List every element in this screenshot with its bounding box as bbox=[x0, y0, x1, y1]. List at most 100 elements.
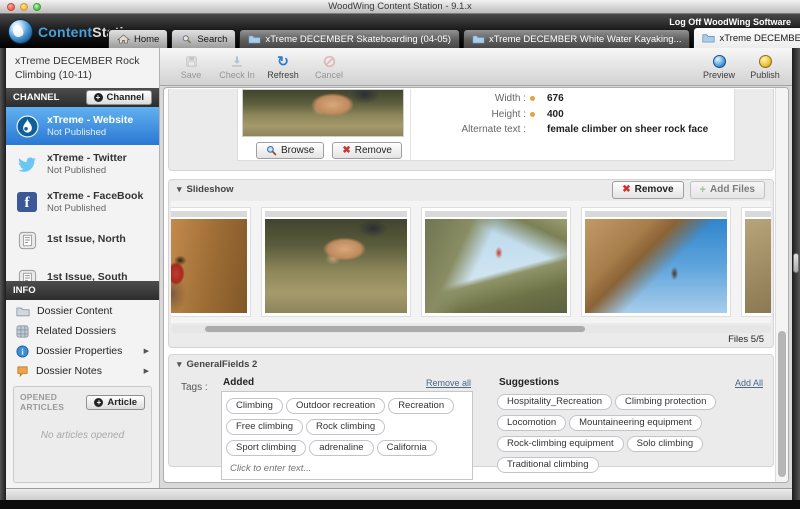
remove-files-button[interactable]: ✖ Remove bbox=[612, 181, 683, 199]
add-all-link[interactable]: Add All bbox=[735, 378, 763, 388]
image-field-section: Browse ✖ Remove Width : 676 Height : bbox=[168, 89, 774, 171]
suggestion-tags: Hospitality_RecreationClimbing protectio… bbox=[497, 391, 765, 475]
channel-status: Not Published bbox=[47, 203, 143, 214]
cancel-button[interactable]: Cancel bbox=[306, 54, 352, 80]
check-in-button[interactable]: Check In bbox=[214, 54, 260, 80]
tab-rock-climbing-dossier-active[interactable]: xTreme DECEMBER Rock Climbing (10-11) bbox=[693, 27, 800, 48]
add-files-button[interactable]: + Add Files bbox=[690, 181, 765, 199]
twitter-icon bbox=[15, 152, 39, 176]
add-plus-icon: + bbox=[700, 184, 706, 196]
channel-item-twitter[interactable]: xTreme - Twitter Not Published bbox=[6, 145, 159, 183]
info-list: Dossier Content Related Dossiers i Dossi… bbox=[6, 301, 159, 381]
preview-button[interactable]: Preview bbox=[696, 54, 742, 80]
channel-label: xTreme - FaceBook bbox=[47, 190, 143, 203]
slideshow-horizontal-scrollbar[interactable] bbox=[171, 325, 771, 333]
channel-item-website[interactable]: xTreme - Website Not Published bbox=[6, 107, 159, 145]
tag-pill[interactable]: Outdoor recreation bbox=[286, 398, 385, 414]
slideshow-thumbnail-2[interactable] bbox=[261, 207, 411, 317]
application-window: WoodWing Content Station - 9.1.x Log Off… bbox=[0, 0, 800, 509]
remove-image-button[interactable]: ✖ Remove bbox=[332, 142, 402, 159]
climber-red-top-photo bbox=[171, 219, 247, 313]
tab-kayaking-dossier[interactable]: xTreme DECEMBER White Water Kayaking... bbox=[463, 29, 691, 48]
opened-articles-panel: OPENED ARTICLES + Article No articles op… bbox=[13, 386, 152, 483]
publish-icon bbox=[742, 54, 788, 70]
image-field-group: Browse ✖ Remove Width : 676 Height : bbox=[237, 89, 735, 161]
suggestion-pill[interactable]: Traditional climbing bbox=[497, 457, 599, 473]
tag-pill[interactable]: Sport climbing bbox=[226, 440, 306, 456]
opened-articles-header: OPENED ARTICLES bbox=[20, 392, 86, 412]
scrollbar-thumb[interactable] bbox=[205, 326, 585, 332]
channel-status: Not Published bbox=[47, 165, 127, 176]
suggestion-pill[interactable]: Climbing protection bbox=[615, 394, 716, 410]
refresh-icon: ↻ bbox=[260, 54, 306, 70]
tag-pill[interactable]: California bbox=[377, 440, 437, 456]
climber-closeup-photo bbox=[265, 219, 407, 313]
add-article-button[interactable]: + Article bbox=[86, 395, 145, 410]
channel-item-issue-north[interactable]: 1st Issue, North bbox=[6, 221, 159, 259]
width-value[interactable]: 676 bbox=[547, 93, 564, 104]
save-icon bbox=[168, 54, 214, 70]
channel-list: xTreme - Website Not Published xTreme - … bbox=[6, 107, 159, 297]
check-in-icon bbox=[214, 54, 260, 70]
field-divider bbox=[410, 89, 411, 160]
add-channel-button[interactable]: + Channel bbox=[86, 90, 152, 105]
publish-button[interactable]: Publish bbox=[742, 54, 788, 80]
scrollbar-thumb[interactable] bbox=[778, 331, 786, 477]
sidebar-item-dossier-content[interactable]: Dossier Content bbox=[6, 301, 159, 321]
remove-all-link[interactable]: Remove all bbox=[426, 378, 471, 388]
browse-button[interactable]: Browse bbox=[256, 142, 324, 159]
tab-label: Home bbox=[134, 34, 159, 45]
window-edge-grip[interactable] bbox=[793, 253, 799, 273]
sidebar-item-dossier-notes[interactable]: Dossier Notes ▶ bbox=[6, 361, 159, 381]
slideshow-thumbnail-1[interactable] bbox=[171, 207, 251, 317]
plus-circle-icon: + bbox=[94, 93, 103, 102]
channel-label: xTreme - Website bbox=[47, 114, 133, 127]
log-off-link[interactable]: Log Off WoodWing Software bbox=[669, 17, 791, 27]
suggestion-pill[interactable]: Locomotion bbox=[497, 415, 566, 431]
added-tags-box[interactable]: ClimbingOutdoor recreationRecreation Free… bbox=[221, 391, 473, 480]
remove-x-icon: ✖ bbox=[622, 184, 630, 195]
form-vertical-scrollbar[interactable] bbox=[775, 88, 788, 482]
hero-image-thumbnail[interactable] bbox=[242, 89, 404, 137]
tag-pill[interactable]: Rock climbing bbox=[306, 419, 385, 435]
tag-pill[interactable]: Free climbing bbox=[226, 419, 303, 435]
refresh-button[interactable]: ↻ Refresh bbox=[260, 54, 306, 80]
height-value[interactable]: 400 bbox=[547, 109, 564, 120]
tag-entry-input[interactable] bbox=[226, 461, 376, 476]
grid-icon bbox=[16, 325, 29, 338]
chevron-right-icon[interactable]: ▶ bbox=[144, 367, 149, 375]
suggestion-pill[interactable]: Mountaineering equipment bbox=[569, 415, 702, 431]
tab-skateboarding-dossier[interactable]: xTreme DECEMBER Skateboarding (04-05) bbox=[239, 29, 460, 48]
tag-pill[interactable]: Climbing bbox=[226, 398, 283, 414]
chevron-right-icon[interactable]: ▶ bbox=[144, 347, 149, 355]
tag-pill[interactable]: adrenaline bbox=[309, 440, 373, 456]
suggestion-pill[interactable]: Hospitality_Recreation bbox=[497, 394, 612, 410]
slideshow-thumbnail-5[interactable] bbox=[741, 207, 771, 317]
save-button[interactable]: Save bbox=[168, 54, 214, 80]
tab-home[interactable]: Home bbox=[108, 29, 168, 48]
channel-item-facebook[interactable]: f xTreme - FaceBook Not Published bbox=[6, 183, 159, 221]
tab-search[interactable]: Search bbox=[171, 29, 236, 48]
no-articles-message: No articles opened bbox=[14, 430, 151, 441]
suggestion-pill[interactable]: Rock-climbing equipment bbox=[497, 436, 624, 452]
dossier-folder-icon bbox=[472, 34, 485, 44]
collapse-triangle-icon[interactable]: ▾ bbox=[177, 184, 182, 195]
slideshow-thumbnail-3[interactable] bbox=[421, 207, 571, 317]
suggestion-pill[interactable]: Solo climbing bbox=[627, 436, 704, 452]
dossier-sidebar: xTreme DECEMBER Rock Climbing (10-11) CH… bbox=[6, 48, 160, 488]
remove-x-icon: ✖ bbox=[342, 145, 350, 156]
info-item-label: Related Dossiers bbox=[36, 325, 116, 337]
added-tags-column: Added Remove all ClimbingOutdoor recreat… bbox=[221, 375, 473, 480]
info-item-label: Dossier Properties bbox=[36, 345, 122, 357]
brand-sphere-icon bbox=[8, 19, 33, 44]
collapse-triangle-icon[interactable]: ▾ bbox=[177, 359, 182, 370]
alternate-text-value[interactable]: female climber on sheer rock face bbox=[547, 124, 708, 135]
required-dot-icon bbox=[530, 112, 535, 117]
sidebar-item-related-dossiers[interactable]: Related Dossiers bbox=[6, 321, 159, 341]
sidebar-item-dossier-properties[interactable]: i Dossier Properties ▶ bbox=[6, 341, 159, 361]
channel-header-label: CHANNEL bbox=[13, 92, 59, 103]
preview-icon bbox=[696, 54, 742, 70]
tag-pill[interactable]: Recreation bbox=[388, 398, 454, 414]
slideshow-thumbnail-4[interactable] bbox=[581, 207, 731, 317]
info-item-label: Dossier Content bbox=[37, 305, 112, 317]
